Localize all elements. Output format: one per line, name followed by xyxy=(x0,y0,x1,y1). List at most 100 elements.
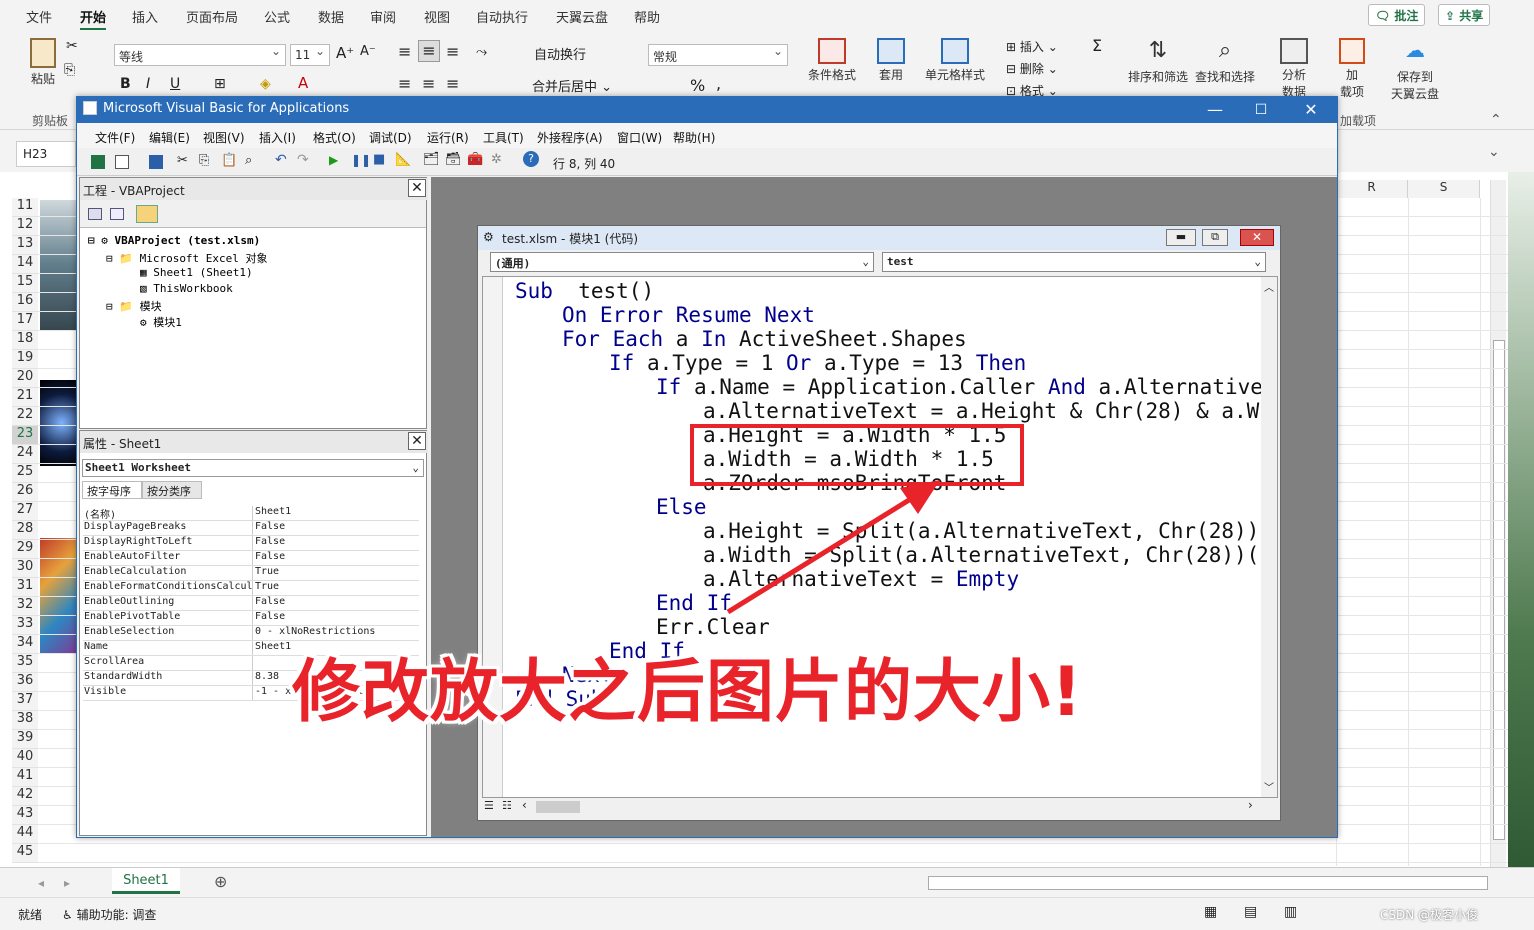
horizontal-scrollbar[interactable] xyxy=(928,876,1488,890)
property-row[interactable]: EnableCalculation True xyxy=(83,566,419,581)
row-header[interactable]: 31 xyxy=(12,578,38,597)
find-icon[interactable]: ⌕ xyxy=(245,153,252,168)
property-row[interactable]: (名称) Sheet1 xyxy=(83,506,419,521)
copy-icon[interactable]: ⎘ xyxy=(64,62,75,78)
font-color-icon[interactable]: A xyxy=(298,74,308,92)
scroll-right-icon[interactable]: › xyxy=(1248,798,1253,812)
share-button[interactable]: ⇪ 共享 xyxy=(1438,4,1491,26)
row-header[interactable]: 18 xyxy=(12,331,38,350)
properties-icon[interactable]: 🗃 xyxy=(445,152,462,167)
tab-automate[interactable]: 自动执行 xyxy=(476,7,528,26)
code-line[interactable]: If a.Name = Application.Caller And a.Alt… xyxy=(656,375,1277,399)
close-icon[interactable]: ✕ xyxy=(408,432,426,450)
vba-menu-item[interactable]: 外接程序(A) xyxy=(537,129,603,146)
row-header[interactable]: 44 xyxy=(12,825,38,844)
tab-insert[interactable]: 插入 xyxy=(132,7,158,26)
vba-menu-item[interactable]: 调试(D) xyxy=(369,129,412,146)
autosum-icon[interactable]: Σ xyxy=(1092,36,1102,55)
font-name-select[interactable]: 等线 xyxy=(114,44,286,66)
row-header[interactable]: 33 xyxy=(12,616,38,635)
paste-icon[interactable]: 📋 xyxy=(221,153,237,168)
tree-modules[interactable]: ⊟ 📁 模块 xyxy=(106,298,162,314)
normal-view-icon[interactable]: ▦ xyxy=(1204,904,1217,920)
comment-button[interactable]: 🗨 批注 xyxy=(1368,4,1426,26)
property-value[interactable]: False xyxy=(253,611,285,625)
vba-menu-item[interactable]: 帮助(H) xyxy=(673,129,715,146)
view-code-icon[interactable] xyxy=(88,208,102,220)
row-header[interactable]: 20 xyxy=(12,369,38,388)
property-value[interactable]: 8.38 xyxy=(253,671,279,685)
accessibility-status[interactable]: ♿ 辅助功能: 调查 xyxy=(62,906,156,923)
row-header[interactable]: 19 xyxy=(12,350,38,369)
close-icon[interactable]: ✕ xyxy=(408,179,426,197)
code-line[interactable]: Else xyxy=(656,495,707,519)
vba-title-bar[interactable]: Microsoft Visual Basic for Applications … xyxy=(77,97,1337,123)
object-browser-icon[interactable]: 🧰 xyxy=(467,152,483,167)
shrink-font-icon[interactable]: A⁻ xyxy=(360,44,376,59)
addins-button[interactable]: 加 载项 xyxy=(1332,38,1372,100)
bold-icon[interactable]: B xyxy=(120,76,131,92)
wrap-text-button[interactable]: 自动换行 xyxy=(534,44,586,63)
row-header[interactable]: 37 xyxy=(12,692,38,711)
property-value[interactable]: True xyxy=(253,581,279,595)
tree-sheet1[interactable]: ▦ Sheet1 (Sheet1) xyxy=(140,266,253,279)
row-header[interactable]: 17 xyxy=(12,312,38,331)
row-header[interactable]: 41 xyxy=(12,768,38,787)
sheet-picture[interactable] xyxy=(40,380,76,466)
copy-icon[interactable]: ⎘ xyxy=(199,153,209,168)
insert-module-icon[interactable] xyxy=(115,155,129,169)
scrollbar-thumb[interactable] xyxy=(536,801,580,813)
property-value[interactable]: False xyxy=(253,536,285,550)
row-header[interactable]: 15 xyxy=(12,274,38,293)
property-value[interactable]: True xyxy=(253,566,279,580)
object-dropdown[interactable]: (通用) ⌄ xyxy=(490,252,874,272)
tree-module1[interactable]: ⚙ 模块1 xyxy=(140,314,182,330)
vba-menu-item[interactable]: 文件(F) xyxy=(95,129,135,146)
save-to-cloud-button[interactable]: ☁ 保存到 天翼云盘 xyxy=(1384,38,1446,102)
code-line[interactable]: End If xyxy=(656,591,732,615)
align-top-icon[interactable]: ≡ xyxy=(398,42,411,61)
row-header[interactable]: 42 xyxy=(12,787,38,806)
row-header[interactable]: 43 xyxy=(12,806,38,825)
row-header[interactable]: 28 xyxy=(12,521,38,540)
code-line[interactable]: a.AlternativeText = a.Height & Chr(28) &… xyxy=(703,399,1277,423)
vba-menu-item[interactable]: 运行(R) xyxy=(427,129,469,146)
toggle-folders-icon[interactable] xyxy=(136,205,158,223)
property-value[interactable]: Sheet1 xyxy=(253,506,291,520)
row-header[interactable]: 26 xyxy=(12,483,38,502)
run-icon[interactable]: ▶ xyxy=(329,153,338,167)
property-row[interactable]: DisplayPageBreaks False xyxy=(83,521,419,536)
property-row[interactable]: DisplayRightToLeft False xyxy=(83,536,419,551)
next-sheet-icon[interactable]: ▸ xyxy=(64,876,70,890)
code-vertical-scrollbar[interactable]: ︿ ﹀ xyxy=(1261,277,1277,797)
column-header[interactable]: R xyxy=(1336,180,1408,198)
underline-icon[interactable]: U xyxy=(170,76,180,92)
row-header[interactable]: 29 xyxy=(12,540,38,559)
tab-data[interactable]: 数据 xyxy=(318,7,344,26)
tab-formulas[interactable]: 公式 xyxy=(264,7,290,26)
find-select-button[interactable]: ⌕ 查找和选择 xyxy=(1192,38,1258,85)
property-row[interactable]: EnablePivotTable False xyxy=(83,611,419,626)
fill-color-icon[interactable]: ◈ xyxy=(260,76,271,92)
tree-excel-objects[interactable]: ⊟ 📁 Microsoft Excel 对象 xyxy=(106,250,268,266)
align-left-icon[interactable]: ≡ xyxy=(398,74,411,93)
merge-center-button[interactable]: 合并后居中 ⌄ xyxy=(532,76,612,95)
save-icon[interactable] xyxy=(149,155,163,169)
minimize-icon[interactable]: — xyxy=(1195,99,1235,121)
row-header[interactable]: 12 xyxy=(12,217,38,236)
tab-review[interactable]: 审阅 xyxy=(370,7,396,26)
name-box[interactable]: H23 xyxy=(16,141,76,167)
row-header[interactable]: 22 xyxy=(12,407,38,426)
prev-sheet-icon[interactable]: ◂ xyxy=(38,876,44,890)
code-line[interactable]: a.Height = Split(a.AlternativeText, Chr(… xyxy=(703,519,1277,543)
redo-icon[interactable]: ↷ xyxy=(297,152,309,168)
row-header[interactable]: 39 xyxy=(12,730,38,749)
property-row[interactable]: EnableOutlining False xyxy=(83,596,419,611)
code-line[interactable]: If a.Type = 1 Or a.Type = 13 Then xyxy=(609,351,1026,375)
help-icon[interactable]: ? xyxy=(523,151,539,167)
vba-menu-item[interactable]: 窗口(W) xyxy=(617,129,662,146)
analyze-data-button[interactable]: 分析 数据 xyxy=(1272,38,1316,100)
vba-menu-item[interactable]: 视图(V) xyxy=(203,129,245,146)
conditional-format-button[interactable]: 条件格式 xyxy=(804,38,860,83)
view-object-icon[interactable] xyxy=(110,208,124,220)
